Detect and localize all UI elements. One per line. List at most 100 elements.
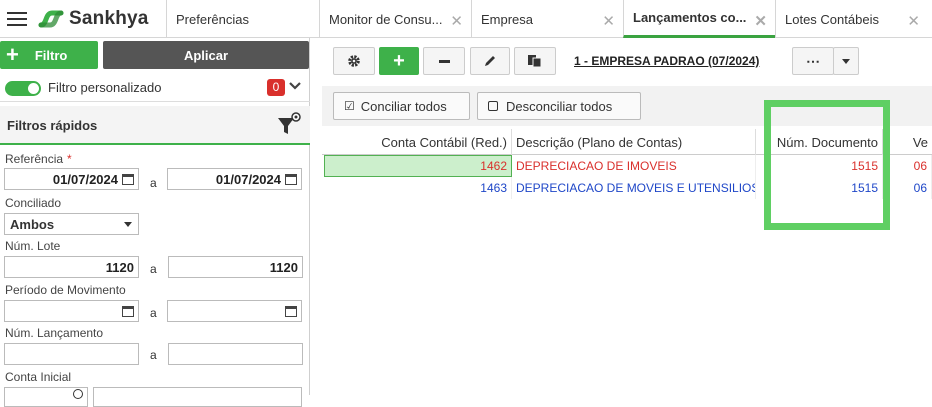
tab-label: Empresa	[481, 11, 534, 27]
tab-label: Monitor de Consu...	[329, 11, 443, 27]
periodo-movimento-label: Período de Movimento	[5, 283, 126, 297]
more-icon: ⋯	[806, 52, 820, 69]
desconciliar-todos-label: Desconciliar todos	[506, 98, 613, 114]
cell-ve[interactable]: 06	[883, 155, 932, 177]
brand-name: Sankhya	[69, 8, 149, 29]
filtros-rapidos-header: Filtros rápidos	[0, 106, 310, 145]
num-lancamento-label: Núm. Lançamento	[5, 326, 104, 340]
filtro-button[interactable]: + Filtro	[0, 41, 98, 69]
grid-toolbar: ☑ Conciliar todos Desconciliar todos	[322, 86, 932, 126]
referencia-from-value: 01/07/2024	[52, 171, 118, 187]
cell-num-documento[interactable]: 1515	[756, 177, 883, 199]
filtros-rapidos-title: Filtros rápidos	[7, 118, 98, 133]
more-options-button[interactable]: ⋯	[792, 47, 834, 75]
hamburger-menu-icon[interactable]	[7, 12, 27, 26]
cell-descricao[interactable]: DEPRECIACAO DE IMOVEIS	[512, 155, 756, 177]
tab-label: Lotes Contábeis	[785, 11, 879, 27]
num-lote-from-value: 1120	[105, 259, 134, 275]
empresa-link[interactable]: 1 - EMPRESA PADRAO (07/2024)	[574, 54, 759, 68]
aplicar-button[interactable]: Aplicar	[103, 41, 309, 69]
num-lote-from-field[interactable]: 1120	[4, 256, 139, 278]
conciliar-todos-button[interactable]: ☑ Conciliar todos	[333, 92, 470, 120]
filter-settings-icon[interactable]	[276, 112, 302, 138]
grid-header: Conta Contábil (Red.) Descrição (Plano d…	[322, 129, 932, 155]
table-row[interactable]: 1463 DEPRECIACAO DE MOVEIS E UTENSILIOS …	[322, 177, 932, 199]
caret-down-icon	[124, 222, 132, 227]
referencia-to-field[interactable]: 01/07/2024	[167, 168, 302, 190]
column-header-conta-contabil[interactable]: Conta Contábil (Red.)	[322, 129, 512, 155]
close-icon[interactable]: ✕	[450, 12, 463, 30]
table-row[interactable]: 1462 DEPRECIACAO DE IMOVEIS 1515 06	[322, 155, 932, 177]
edit-button[interactable]	[470, 47, 510, 75]
conciliado-value: Ambos	[10, 216, 55, 232]
close-icon[interactable]: ✕	[754, 12, 767, 30]
column-header-num-documento[interactable]: Núm. Documento	[756, 129, 883, 155]
tab-preferencias[interactable]: Preferências	[166, 0, 319, 38]
tab-empresa[interactable]: Empresa ✕	[471, 0, 623, 38]
add-button[interactable]: +	[379, 47, 419, 75]
tab-monitor-consumo[interactable]: Monitor de Consu... ✕	[319, 0, 471, 38]
minus-icon	[438, 59, 450, 63]
filtro-personalizado-label: Filtro personalizado	[48, 80, 162, 95]
caret-down-icon	[842, 58, 850, 64]
calendar-icon[interactable]	[122, 305, 134, 317]
column-header-descricao[interactable]: Descrição (Plano de Contas)	[512, 129, 756, 155]
cell-num-documento[interactable]: 1515	[756, 155, 883, 177]
copy-button[interactable]	[514, 47, 556, 75]
referencia-from-field[interactable]: 01/07/2024	[4, 168, 139, 190]
desconciliar-todos-button[interactable]: Desconciliar todos	[477, 92, 641, 120]
tab-label: Lançamentos co...	[633, 10, 747, 25]
checkbox-empty-icon	[488, 101, 498, 111]
tab-lotes-contabeis[interactable]: Lotes Contábeis ✕	[775, 0, 932, 38]
gear-icon	[348, 55, 360, 67]
conta-inicial-description-field[interactable]	[93, 387, 302, 407]
cell-conta[interactable]: 1462	[324, 155, 512, 177]
search-icon[interactable]	[73, 389, 83, 399]
conta-inicial-label: Conta Inicial	[5, 370, 72, 384]
close-icon[interactable]: ✕	[602, 12, 615, 30]
cell-descricao[interactable]: DEPRECIACAO DE MOVEIS E UTENSILIOS	[512, 177, 756, 199]
conta-inicial-field[interactable]	[4, 387, 88, 407]
close-icon[interactable]: ✕	[907, 12, 920, 30]
num-lancamento-to-field[interactable]	[168, 343, 303, 365]
filtro-button-label: Filtro	[34, 47, 68, 63]
plus-icon: +	[393, 49, 405, 72]
column-header-ve[interactable]: Ve	[883, 129, 932, 155]
filter-count-badge: 0	[267, 79, 285, 96]
aplicar-button-label: Aplicar	[183, 47, 229, 63]
checkbox-checked-icon: ☑	[344, 99, 355, 113]
more-options-dropdown[interactable]	[833, 47, 859, 75]
periodo-to-field[interactable]	[167, 300, 302, 322]
conciliar-todos-label: Conciliar todos	[360, 98, 447, 114]
num-lote-label: Núm. Lote	[5, 239, 61, 253]
cell-conta[interactable]: 1463	[324, 177, 512, 199]
sankhya-logo-icon	[38, 10, 64, 28]
chevron-down-icon[interactable]	[288, 78, 302, 94]
calendar-icon[interactable]	[285, 305, 297, 317]
range-separator: a	[150, 348, 157, 362]
settings-button[interactable]	[333, 47, 375, 75]
num-lancamento-from-field[interactable]	[4, 343, 139, 365]
referencia-label: Referência *	[5, 152, 72, 166]
range-separator: a	[150, 176, 157, 190]
filtro-personalizado-toggle[interactable]	[5, 81, 41, 96]
calendar-icon[interactable]	[285, 173, 297, 185]
periodo-from-field[interactable]	[4, 300, 139, 322]
num-lote-to-value: 1120	[269, 259, 298, 275]
tab-lancamentos-contabeis[interactable]: Lançamentos co... ✕	[623, 0, 775, 38]
conciliado-select[interactable]: Ambos	[4, 213, 139, 235]
plus-icon: +	[6, 42, 19, 67]
top-bar: Sankhya Preferências Monitor de Consu...…	[0, 0, 932, 38]
range-separator: a	[150, 306, 157, 320]
pencil-icon	[485, 56, 495, 66]
sankhya-logo[interactable]: Sankhya	[37, 7, 149, 31]
num-lote-to-field[interactable]: 1120	[168, 256, 303, 278]
calendar-icon[interactable]	[122, 173, 134, 185]
tab-label: Preferências	[176, 11, 249, 27]
remove-button[interactable]	[423, 47, 465, 75]
range-separator: a	[150, 262, 157, 276]
cell-ve[interactable]: 06	[883, 177, 932, 199]
referencia-to-value: 01/07/2024	[215, 171, 281, 187]
conciliado-label: Conciliado	[5, 196, 62, 210]
copy-icon	[528, 55, 542, 68]
